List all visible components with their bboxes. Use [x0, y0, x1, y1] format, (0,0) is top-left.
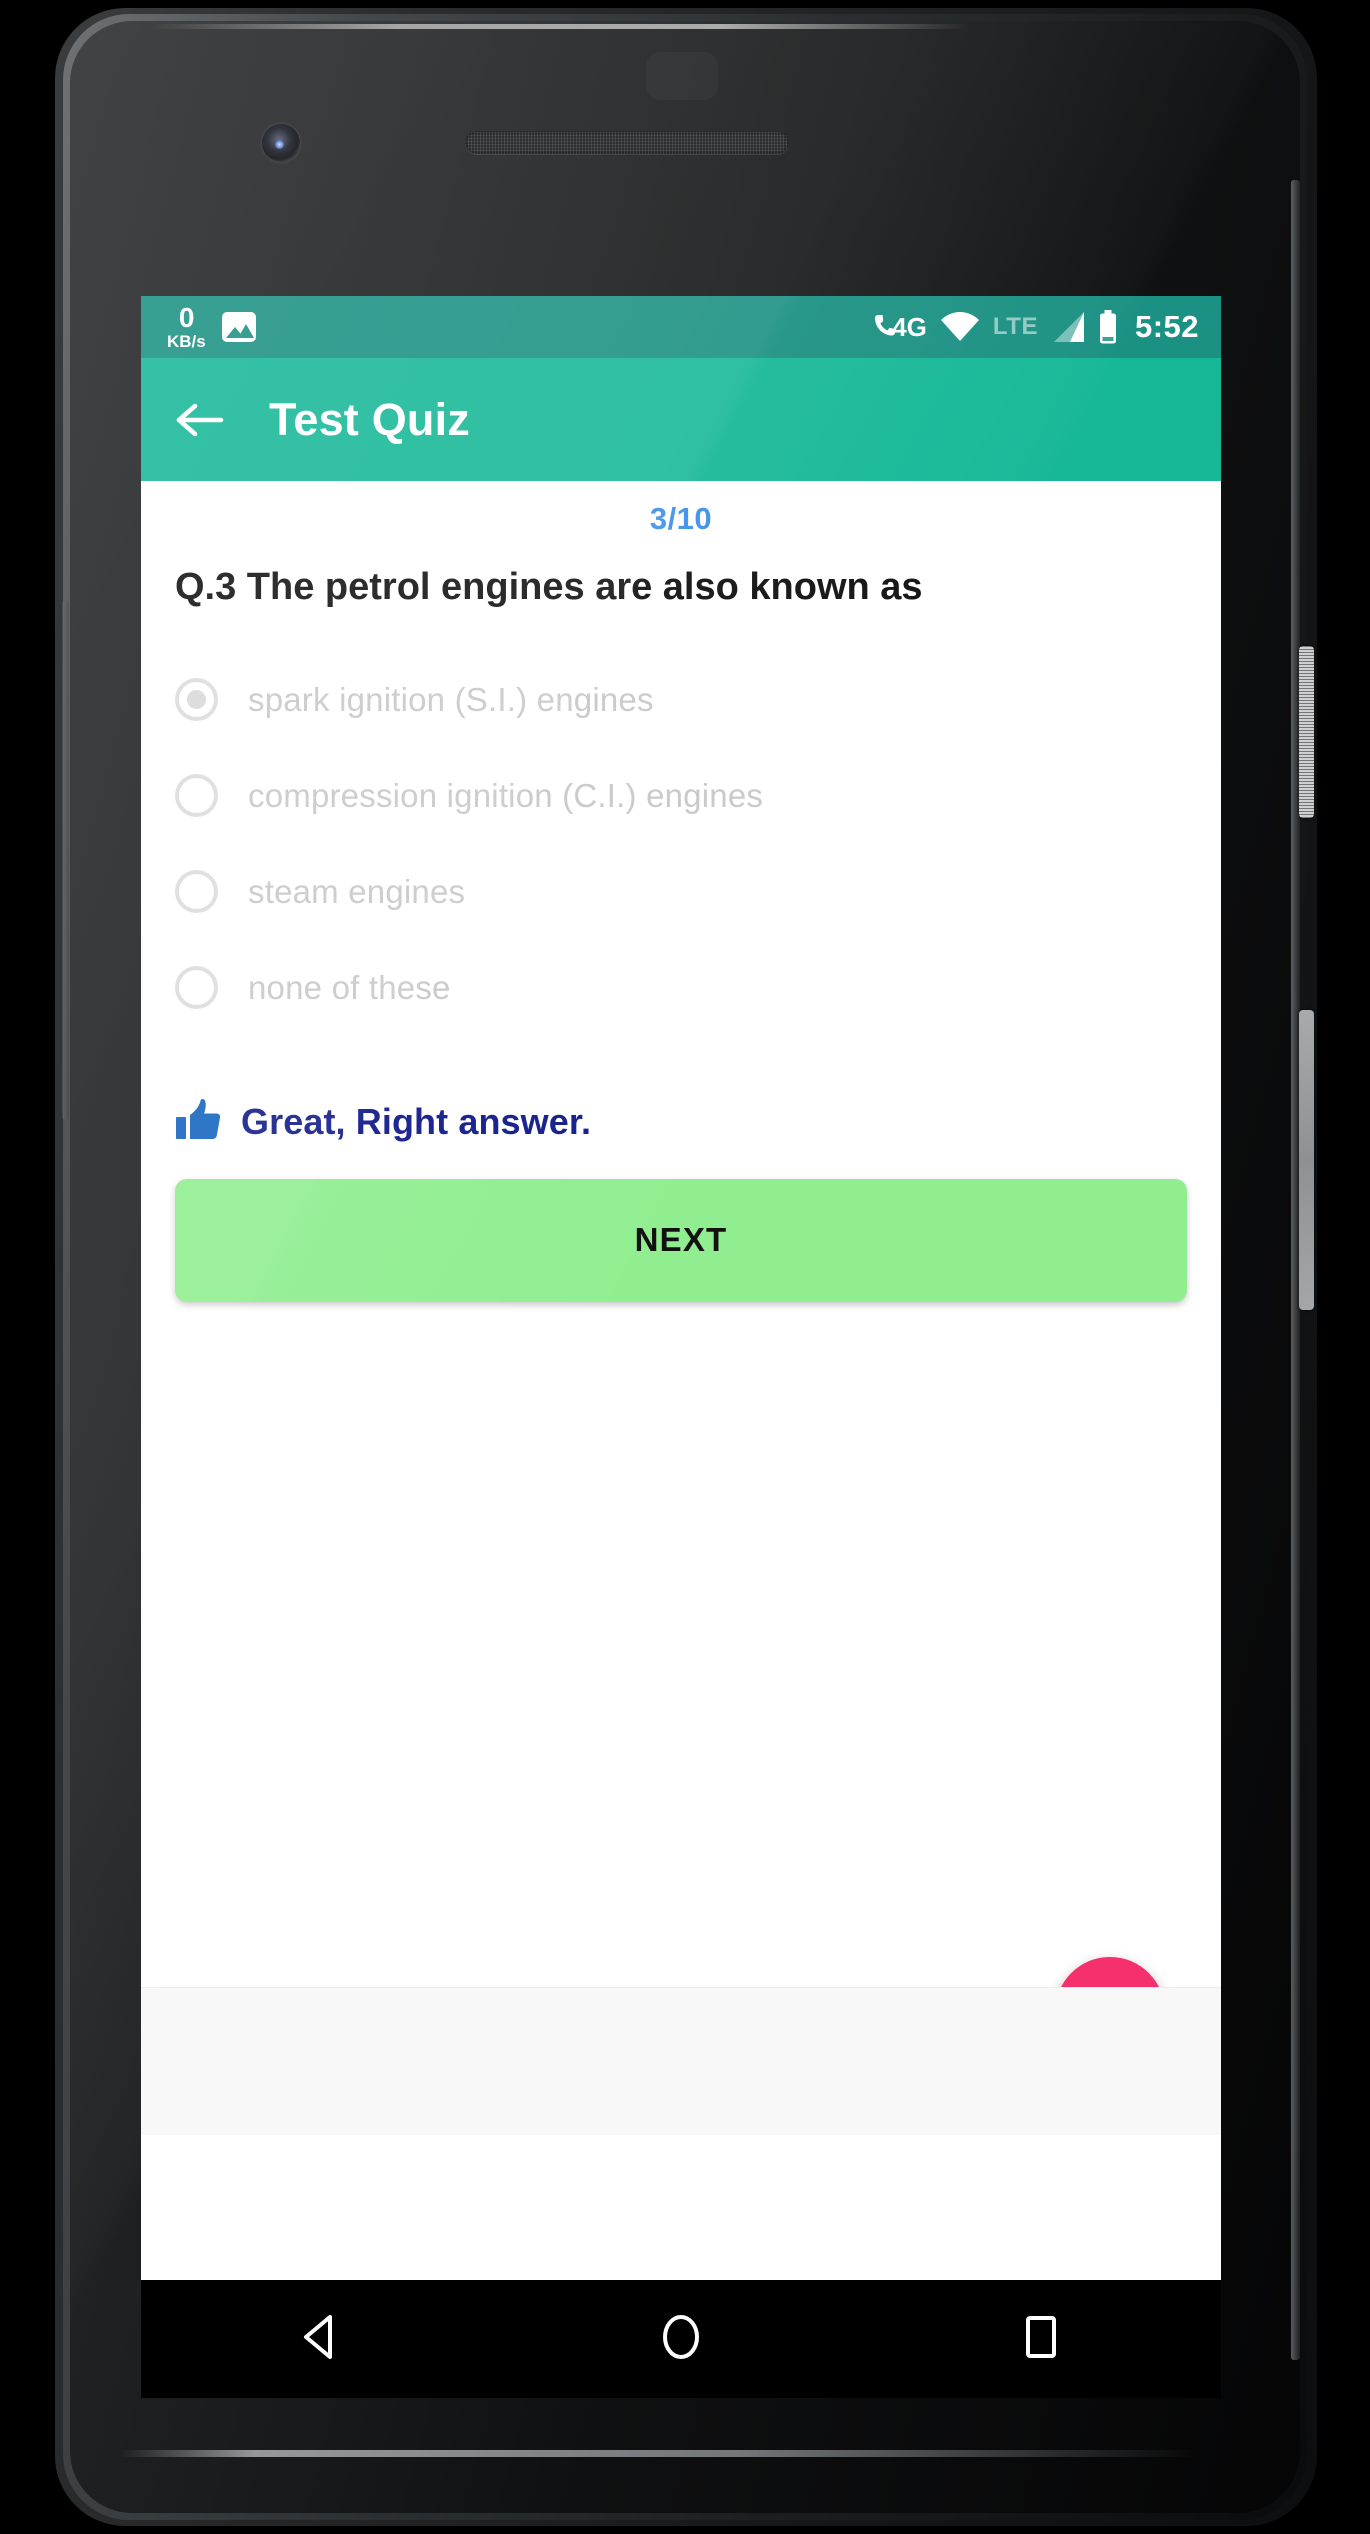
screenshot-stage: 0 KB/s 4G LTE 5:52 Test Quiz 3/10 Q.3 Th…: [0, 0, 1370, 2534]
thumbs-up-icon: [175, 1098, 221, 1147]
left-edge-rail: [62, 600, 69, 1120]
status-bar-right-group: 4G LTE 5:52: [874, 309, 1199, 345]
radio-button-1[interactable]: [175, 678, 218, 722]
option-label-1: spark ignition (S.I.) engines: [248, 680, 654, 718]
next-button[interactable]: NEXT: [175, 1178, 1187, 1302]
option-row-3[interactable]: steam engines: [141, 844, 1221, 940]
feedback-text: Great, Right answer.: [241, 1101, 592, 1143]
network-speed-indicator: 0 KB/s: [167, 302, 206, 351]
nav-back-button[interactable]: [261, 2294, 381, 2384]
volume-rocker-button[interactable]: [1299, 1010, 1314, 1310]
question-progress-counter: 3/10: [649, 501, 713, 536]
status-bar-left-group: 0 KB/s: [163, 304, 256, 350]
earpiece-speaker-grille: [465, 131, 789, 154]
question-text: Q.3 The petrol engines are also known as: [175, 566, 923, 608]
app-bar: Test Quiz: [141, 358, 1221, 481]
call-4g-label: 4G: [892, 311, 927, 342]
ad-banner-placeholder[interactable]: [141, 1987, 1221, 2135]
status-bar-clock: 5:52: [1134, 309, 1199, 344]
recents-square-icon: [1019, 2312, 1063, 2367]
power-button[interactable]: [1299, 646, 1314, 818]
gallery-icon: [221, 312, 256, 342]
option-row-2[interactable]: compression ignition (C.I.) engines: [141, 748, 1221, 844]
proximity-sensor: [646, 52, 718, 100]
network-speed-unit: KB/s: [167, 332, 206, 351]
bottom-bezel-seam: [120, 2450, 1245, 2457]
network-speed-value: 0: [178, 302, 195, 333]
answer-options-group: spark ignition (S.I.) engines compressio…: [141, 652, 1221, 1036]
home-circle-icon: [658, 2311, 704, 2368]
radio-button-4[interactable]: [175, 966, 218, 1010]
status-bar: 0 KB/s 4G LTE 5:52: [141, 296, 1221, 358]
answer-feedback: Great, Right answer.: [141, 1098, 1221, 1147]
page-title: Test Quiz: [269, 393, 470, 445]
phone-screen: 0 KB/s 4G LTE 5:52 Test Quiz 3/10 Q.3 Th…: [141, 296, 1221, 2280]
back-arrow-icon[interactable]: [173, 392, 229, 448]
front-camera-icon: [262, 124, 300, 162]
battery-icon: [1098, 310, 1118, 344]
wifi-icon: [940, 311, 980, 343]
radio-button-3[interactable]: [175, 870, 218, 914]
android-nav-bar: [141, 2280, 1221, 2398]
option-label-2: compression ignition (C.I.) engines: [248, 776, 764, 814]
signal-bars-icon: [1051, 311, 1085, 343]
nav-home-button[interactable]: [621, 2294, 741, 2384]
option-row-1[interactable]: spark ignition (S.I.) engines: [141, 652, 1221, 748]
back-triangle-icon: [298, 2312, 344, 2367]
quiz-content: 3/10 Q.3 The petrol engines are also kno…: [141, 481, 1221, 2135]
top-rim-highlight: [150, 24, 970, 29]
option-row-4[interactable]: none of these: [141, 940, 1221, 1036]
option-label-3: steam engines: [248, 872, 466, 910]
option-label-4: none of these: [248, 968, 451, 1006]
call-4g-icon: 4G: [874, 312, 927, 343]
lte-label: LTE: [992, 313, 1038, 340]
nav-recents-button[interactable]: [981, 2294, 1101, 2384]
radio-button-2[interactable]: [175, 774, 218, 818]
